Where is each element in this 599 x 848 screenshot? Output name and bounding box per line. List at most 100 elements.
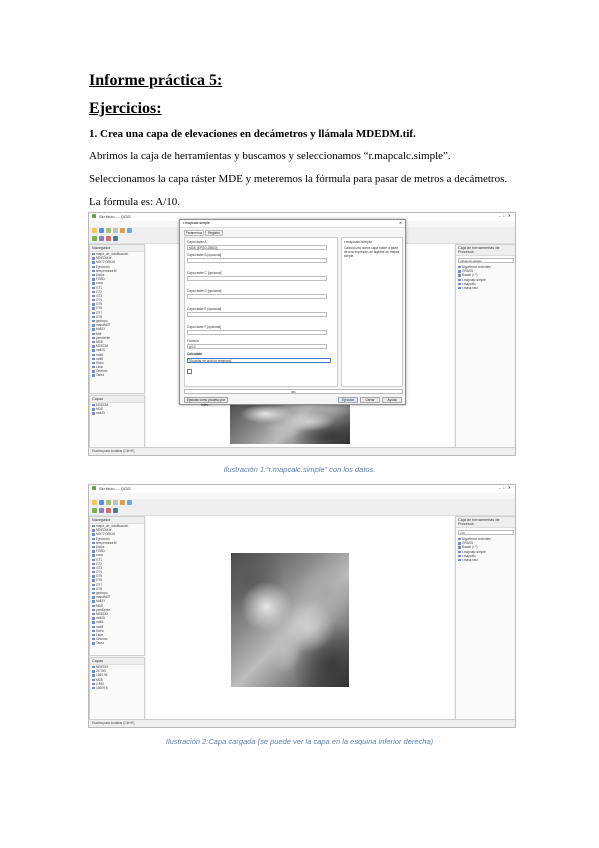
output-file-input[interactable]: [Guardar en archivo temporal] [187,358,331,363]
run-button[interactable]: Ejecutar [338,397,358,403]
add-raster-icon[interactable] [99,508,104,513]
browser-item[interactable]: Tarea [90,641,144,645]
print-icon[interactable] [113,228,118,233]
label-raster-b: Capa ráster B [opcional] [187,253,222,257]
toolbox-panel: Caja de herramientas de Procesos r.mapca… [455,244,515,449]
raster-d-select[interactable] [187,294,327,299]
window-controls[interactable]: – □ ✕ [499,213,511,218]
toolbox-panel-title: Caja de herramientas de Procesos [456,245,515,256]
layers-tree[interactable]: MDEDM MDE mdt25 [90,403,144,416]
new-project-icon[interactable] [92,500,97,505]
formula-input[interactable]: A/10 [187,344,327,349]
add-layer-icon[interactable] [106,236,111,241]
add-vector-icon[interactable] [92,508,97,513]
qgis-logo-icon [92,214,96,218]
layers-tree-2[interactable]: MDEDM 24.789 1560.96 MDE 2.890 15609.6 [90,665,144,690]
tab-log[interactable]: Registro [205,230,223,236]
edit-icon[interactable] [113,508,118,513]
layer-item[interactable]: mdt25 [90,411,144,415]
browser-panel-2: Navegador mapa_de_clasificación MDEDM.tif… [89,516,145,656]
save-icon[interactable] [99,228,104,233]
caption-2: Ilustración 2:Capa cargada (se puede ver… [165,737,434,746]
layers-panel-title-2: Capas [90,658,144,665]
new-project-icon[interactable] [92,228,97,233]
toolbox-tree-2[interactable]: Algoritmos recientes GRASS Raster (r.*) r.m… [456,537,515,562]
help-button[interactable]: Ayuda [382,397,402,403]
browser-tree-2[interactable]: mapa_de_clasificación MDEDM.tif MDT2.00B.t… [90,524,144,645]
window-controls-2[interactable]: – □ ✕ [499,485,511,490]
qgis-logo-icon [92,486,96,490]
open-icon[interactable] [106,500,111,505]
zoom-in-icon[interactable] [127,228,132,233]
locator-hint[interactable]: Escriba para localizar (Ctrl+K) [92,449,134,453]
parameters-area: Capa ráster A MDE [EPSG:25830] Capa rást… [184,237,338,387]
window-title: Sin título — QGIS [99,214,131,219]
dem-raster-2 [231,553,349,687]
dialog-close-icon[interactable]: ✕ [399,220,402,227]
qgis-titlebar-2: Sin título — QGIS – □ ✕ [89,485,515,493]
label-output: Calculado [187,352,203,356]
help-text: Calcula una nueva capa ráster a partir d… [344,246,400,258]
toolbox-search[interactable]: r.mapcalc.simple [458,258,514,263]
map-canvas-2[interactable] [146,516,454,721]
edit-icon[interactable] [113,236,118,241]
label-raster-d: Capa ráster D [opcional] [187,289,222,293]
caption-1: Ilustración 1:“r.mapcalc.simple” con los… [223,465,376,474]
toolbox-panel-title-2: Caja de herramientas de Procesos [456,517,515,528]
batch-process-button[interactable]: Ejecutar como proceso por lotes... [184,397,228,407]
layers-panel-2: Capas MDEDM 24.789 1560.96 MDE 2.890 15609.6 [89,657,145,721]
label-formula: Fórmula [187,339,199,343]
status-bar-2: Escriba para localizar (Ctrl+K) [89,719,515,727]
zoom-in-icon[interactable] [127,500,132,505]
add-raster-icon[interactable] [99,236,104,241]
label-raster-f: Capa ráster F [opcional] [187,325,222,329]
layers-panel: Capas MDEDM MDE mdt25 [89,395,145,449]
raster-f-select[interactable] [187,330,327,335]
pan-icon[interactable] [120,228,125,233]
toolbox-search-2[interactable]: calc [458,530,514,535]
toolbox-tree[interactable]: Algoritmos recientes GRASS Raster (r.*) r.m… [456,265,515,290]
status-bar: Escriba para localizar (Ctrl+K) [89,447,515,455]
layer-item[interactable]: 15609.6 [90,686,144,690]
close-button[interactable]: Cerrar [360,397,380,403]
report-title: Informe práctica 5: [89,72,223,89]
open-icon[interactable] [106,228,111,233]
browser-tree[interactable]: mapa_de_clasificación MDEDM.tif MDT2.00B.t… [90,252,144,378]
print-icon[interactable] [113,500,118,505]
toolbox-item[interactable]: r.mask.rast [456,286,515,290]
mapcalc-dialog: r.mapcalc.simple ✕ Parámetros Registro C… [179,219,406,407]
label-raster-a: Capa ráster A [187,240,207,244]
paragraph-2: Seleccionamos la capa ráster MDE y meter… [89,173,508,185]
exercise-question: 1. Crea una capa de elevaciones en decám… [89,128,416,140]
add-vector-icon[interactable] [92,236,97,241]
raster-c-select[interactable] [187,276,327,281]
toolbox-item[interactable]: r.mask.rast [456,558,515,562]
browser-panel-title-2: Navegador [90,517,144,524]
raster-e-select[interactable] [187,312,327,317]
save-icon[interactable] [99,500,104,505]
toolbar-2b[interactable] [89,507,515,516]
raster-a-select[interactable]: MDE [EPSG:25830] [187,245,327,250]
progress-bar: 0% [184,389,403,394]
dialog-title: r.mapcalc.simple ✕ [180,220,405,228]
browser-panel: Navegador mapa_de_clasificación MDEDM.tif… [89,244,145,394]
window-title-2: Sin título — QGIS [99,486,131,491]
label-raster-c: Capa ráster C [opcional] [187,271,222,275]
label-raster-e: Capa ráster E [opcional] [187,307,222,311]
screenshot-2: Sin título — QGIS – □ ✕ Navegador mapa_d… [88,484,516,728]
tab-parameters[interactable]: Parámetros [184,230,204,236]
toolbox-panel-2: Caja de herramientas de Procesos calc Al… [455,516,515,721]
pan-icon[interactable] [120,500,125,505]
screenshot-1: Sin título — QGIS – □ ✕ Navegador mapa_d… [88,212,516,456]
raster-b-select[interactable] [187,258,327,263]
locator-hint-2[interactable]: Escriba para localizar (Ctrl+K) [92,721,134,725]
paragraph-3: La fórmula es: A/10. [89,196,181,208]
exercises-heading: Ejercicios: [89,100,162,117]
add-layer-icon[interactable] [106,508,111,513]
paragraph-1: Abrimos la caja de herramientas y buscam… [89,150,451,162]
open-output-checkbox[interactable] [187,369,192,374]
browser-panel-title: Navegador [90,245,144,252]
help-pane: r.mapcalc.simple Calcula una nueva capa … [341,237,403,387]
help-title: r.mapcalc.simple [344,240,373,244]
browser-item[interactable]: Tarea [90,373,144,377]
